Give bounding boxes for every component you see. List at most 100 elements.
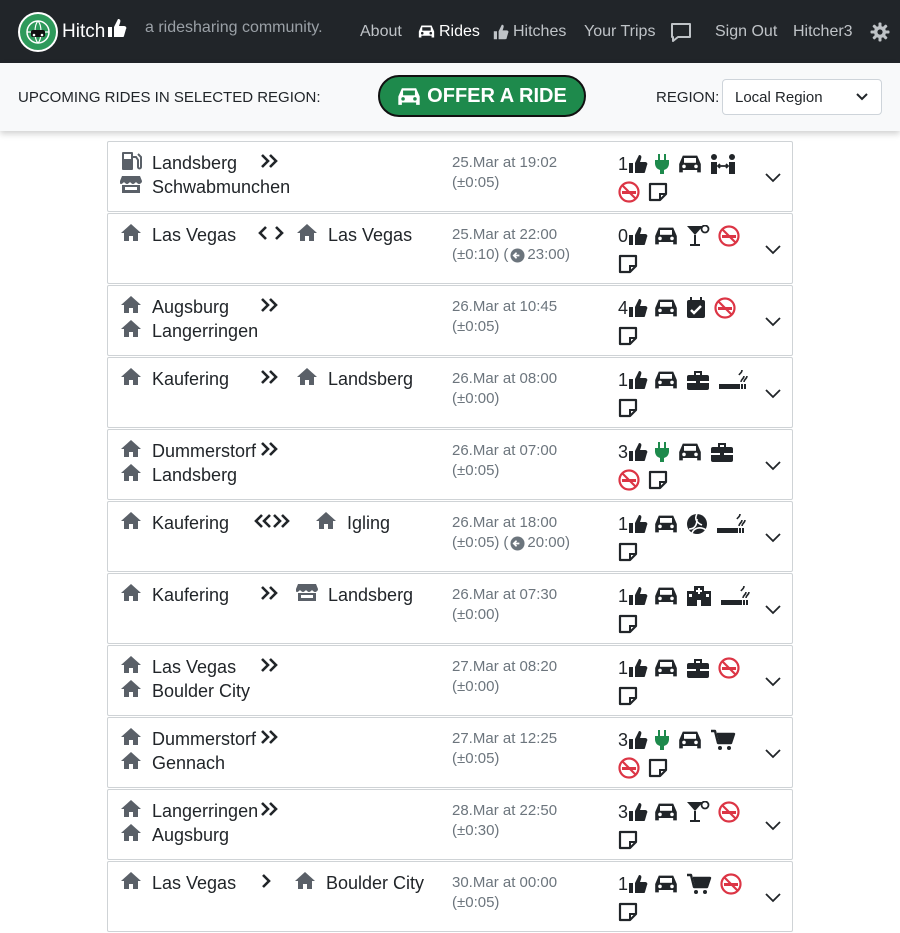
ride-row[interactable]: Kaufering Igling 26.Mar at 18:00 (±0:05) (2… [107, 501, 793, 572]
likes-count: 4 [618, 298, 648, 319]
ride-features: 1 [618, 153, 768, 203]
nav-sign-out[interactable]: Sign Out [715, 0, 777, 63]
time-tolerance: (±0:00) [452, 389, 557, 409]
smoking-icon [718, 369, 748, 391]
ride-features: 0 [618, 225, 768, 275]
tolerance-value: (±0:05) [452, 318, 500, 335]
note-icon [618, 613, 638, 635]
nav-hitches[interactable]: Hitches [493, 0, 566, 63]
home-icon [296, 367, 324, 391]
likes-number: 0 [618, 225, 629, 246]
ride-datetime: 25.Mar at 22:00 (±0:10) (23:00) [452, 225, 570, 265]
home-icon [296, 223, 324, 247]
tolerance-value: (±0:05) [452, 894, 500, 911]
expand-chevron-icon[interactable] [764, 746, 782, 764]
ride-row[interactable]: Kaufering Landsberg 26.Mar at 07:30 (±0:00)… [107, 573, 793, 644]
departure-time: 26.Mar at 10:45 [452, 298, 558, 315]
thumbs-up-icon [628, 586, 648, 606]
tolerance-value: (±0:00) [452, 390, 500, 407]
top-navbar: Hitch a ridesharing community. About Rid… [0, 0, 900, 63]
ride-row[interactable]: Landsberg Schwabmunchen 25.Mar at 19:02 (±0… [107, 141, 793, 212]
offer-ride-button[interactable]: OFFER A RIDE [378, 75, 586, 117]
ride-origin: Las Vegas [120, 223, 236, 247]
car-icon [678, 729, 702, 751]
ride-destination: Gennach [120, 751, 225, 775]
expand-chevron-icon[interactable] [764, 458, 782, 476]
ride-datetime: 26.Mar at 18:00 (±0:05) (20:00) [452, 513, 570, 553]
destination-name: Boulder City [326, 872, 425, 893]
departure-time: 26.Mar at 08:00 [452, 370, 558, 387]
likes-number: 1 [618, 153, 629, 174]
ride-row[interactable]: Kaufering Landsberg 26.Mar at 08:00 (±0:00)… [107, 357, 793, 428]
expand-chevron-icon[interactable] [764, 170, 782, 188]
time-tolerance: (±0:05) [452, 893, 557, 913]
likes-number: 3 [618, 801, 629, 822]
chevron-down-icon [856, 93, 868, 101]
no-smoking-icon [718, 801, 740, 823]
home-icon [120, 511, 148, 535]
ride-row[interactable]: Dummerstorf Gennach 27.Mar at 12:25 (±0:05)… [107, 717, 793, 788]
ride-datetime: 30.Mar at 00:00 (±0:05) [452, 873, 557, 913]
car-icon [654, 513, 678, 535]
region-select[interactable]: Local Region [722, 79, 882, 115]
store-icon [120, 175, 148, 199]
car-icon [654, 225, 678, 247]
time-tolerance: (±0:05) [452, 317, 557, 337]
expand-chevron-icon[interactable] [764, 674, 782, 692]
departure-time: 25.Mar at 19:02 [452, 154, 558, 171]
ride-features: 1 [618, 657, 768, 707]
ride-row[interactable]: Augsburg Langerringen 26.Mar at 10:45 (±0:0… [107, 285, 793, 356]
note-icon [648, 757, 668, 779]
ride-row[interactable]: Las Vegas Boulder City 27.Mar at 08:20 (±0:… [107, 645, 793, 716]
chat-button[interactable] [670, 0, 696, 63]
cart-icon [710, 729, 736, 751]
car-icon [678, 153, 702, 175]
no-smoking-icon [718, 225, 740, 247]
ride-row[interactable]: Las Vegas Boulder City 30.Mar at 00:00 (±0:… [107, 861, 793, 932]
tolerance-value: (±0:05) [452, 174, 500, 191]
expand-chevron-icon[interactable] [764, 602, 782, 620]
brand[interactable]: Hitch [18, 12, 127, 52]
ride-origin: Augsburg [120, 295, 229, 319]
car-icon [654, 297, 678, 319]
nav-your-trips[interactable]: Your Trips [584, 0, 655, 63]
likes-number: 4 [618, 297, 629, 318]
home-icon [120, 679, 148, 703]
expand-chevron-icon[interactable] [764, 818, 782, 836]
ride-origin: Kaufering [120, 511, 229, 535]
car-icon [398, 87, 420, 105]
expand-chevron-icon[interactable] [764, 386, 782, 404]
home-icon [120, 223, 148, 247]
briefcase-icon [686, 369, 710, 391]
likes-count: 1 [618, 586, 648, 607]
ride-row[interactable]: Dummerstorf Landsberg 26.Mar at 07:00 (±0:0… [107, 429, 793, 500]
ride-destination: Boulder City [120, 679, 250, 703]
ride-datetime: 26.Mar at 07:00 (±0:05) [452, 441, 557, 481]
departure-time: 27.Mar at 08:20 [452, 658, 558, 675]
home-icon [120, 439, 148, 463]
settings-button[interactable] [870, 0, 894, 63]
ride-row[interactable]: Las Vegas Las Vegas 25.Mar at 22:00 (±0:10)… [107, 213, 793, 284]
nav-username[interactable]: Hitcher3 [793, 0, 853, 63]
destination-name: Augsburg [152, 824, 230, 845]
tolerance-value: (±0:10) [452, 246, 500, 263]
ride-datetime: 27.Mar at 08:20 (±0:00) [452, 657, 557, 697]
direction-arrow-icon [260, 297, 280, 313]
expand-chevron-icon[interactable] [764, 890, 782, 908]
nav-rides[interactable]: Rides [418, 0, 480, 63]
destination-name: Boulder City [152, 680, 251, 701]
ride-destination: Landsberg [296, 367, 413, 391]
destination-name: Las Vegas [328, 224, 413, 245]
departure-time: 26.Mar at 07:00 [452, 442, 558, 459]
ride-row[interactable]: Langerringen Augsburg 28.Mar at 22:50 (±0:3… [107, 789, 793, 860]
car-icon [654, 801, 678, 823]
no-smoking-icon [618, 469, 640, 491]
expand-chevron-icon[interactable] [764, 242, 782, 260]
return-icon [510, 535, 525, 551]
likes-count: 3 [618, 730, 648, 751]
expand-chevron-icon[interactable] [764, 314, 782, 332]
hospital-icon [686, 585, 712, 607]
expand-chevron-icon[interactable] [764, 530, 782, 548]
nav-about[interactable]: About [360, 0, 402, 63]
home-icon [294, 871, 322, 895]
